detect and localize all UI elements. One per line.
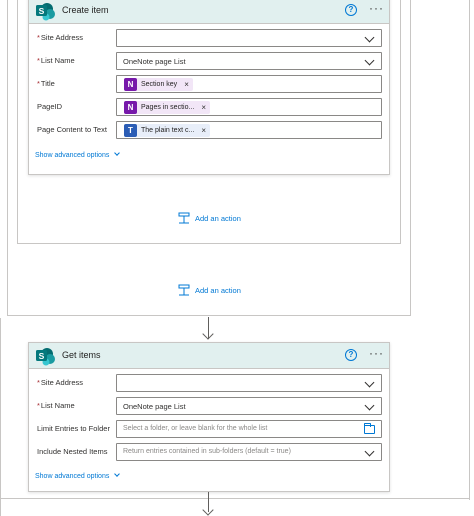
right-frame-edge	[469, 0, 470, 500]
page-content-label: Page Content to Text	[37, 125, 107, 134]
chevron-down-icon	[114, 150, 121, 156]
help-circle-icon[interactable]: ?	[345, 349, 357, 361]
chevron-down-icon	[364, 446, 375, 457]
chevron-down-icon	[364, 32, 375, 43]
folder-icon[interactable]	[364, 423, 375, 434]
add-action-icon	[178, 284, 190, 296]
pageid-input[interactable]: N Pages in sectio... ×	[116, 98, 382, 116]
include-nested-label: Include Nested Items	[37, 447, 108, 456]
title-input[interactable]: N Section key ×	[116, 75, 382, 93]
chevron-down-icon	[114, 471, 121, 477]
site-address-label: *Site Address	[37, 378, 84, 387]
onenote-icon: N	[124, 78, 137, 91]
text-icon: T	[124, 124, 137, 137]
pages-in-section-token[interactable]: N Pages in sectio... ×	[124, 101, 210, 114]
show-advanced-options-link[interactable]: Show advanced options	[35, 471, 121, 480]
section-key-token[interactable]: N Section key ×	[124, 78, 193, 91]
bottom-frame-edge	[0, 498, 470, 499]
page-content-input[interactable]: T The plain text c... ×	[116, 121, 382, 139]
limit-entries-placeholder: Select a folder, or leave blank for the …	[123, 425, 268, 432]
get-items-card: S Get items ? ··· *Site Address *List Na…	[28, 342, 390, 492]
sharepoint-icon: S	[36, 348, 55, 366]
site-address-dropdown[interactable]	[116, 29, 382, 47]
help-circle-icon[interactable]: ?	[345, 4, 357, 16]
create-item-title: Create item	[62, 5, 109, 15]
site-address-dropdown[interactable]	[116, 374, 382, 392]
create-item-header[interactable]: S Create item ? ···	[29, 0, 389, 24]
list-name-label: *List Name	[37, 56, 75, 65]
list-name-dropdown[interactable]: OneNote page List	[116, 397, 382, 415]
chevron-down-icon	[364, 400, 375, 411]
plain-text-token[interactable]: T The plain text c... ×	[124, 124, 210, 137]
title-label: *Title	[37, 79, 55, 88]
svg-text:S: S	[39, 6, 45, 16]
add-action-icon	[178, 212, 190, 224]
chevron-down-icon	[364, 55, 375, 66]
list-name-dropdown[interactable]: OneNote page List	[116, 52, 382, 70]
remove-token-icon[interactable]: ×	[201, 103, 206, 112]
more-options-icon[interactable]: ···	[369, 2, 384, 14]
site-address-label: *Site Address	[37, 33, 84, 42]
list-name-label: *List Name	[37, 401, 75, 410]
sharepoint-icon: S	[36, 3, 55, 21]
remove-token-icon[interactable]: ×	[201, 126, 206, 135]
limit-entries-input[interactable]: Select a folder, or leave blank for the …	[116, 420, 382, 438]
add-action-button-inner[interactable]: Add an action	[178, 212, 241, 224]
get-items-header[interactable]: S Get items ? ···	[29, 343, 389, 369]
include-nested-placeholder: Return entries contained in sub-folders …	[123, 448, 291, 455]
more-options-icon[interactable]: ···	[369, 347, 384, 359]
flow-arrow-icon	[202, 328, 214, 340]
flow-arrow-icon	[202, 504, 214, 516]
show-advanced-options-link[interactable]: Show advanced options	[35, 150, 121, 159]
get-items-title: Get items	[62, 350, 101, 360]
create-item-card: S Create item ? ··· *Site Address *List …	[28, 0, 390, 175]
svg-text:S: S	[39, 351, 45, 361]
list-name-value: OneNote page List	[123, 402, 186, 411]
list-name-value: OneNote page List	[123, 57, 186, 66]
include-nested-dropdown[interactable]: Return entries contained in sub-folders …	[116, 443, 382, 461]
onenote-icon: N	[124, 101, 137, 114]
limit-entries-label: Limit Entries to Folder	[37, 424, 110, 433]
left-frame-edge	[0, 318, 1, 516]
pageid-label: PageID	[37, 102, 63, 111]
chevron-down-icon	[364, 377, 375, 388]
remove-token-icon[interactable]: ×	[184, 80, 189, 89]
add-action-button-outer[interactable]: Add an action	[178, 284, 241, 296]
